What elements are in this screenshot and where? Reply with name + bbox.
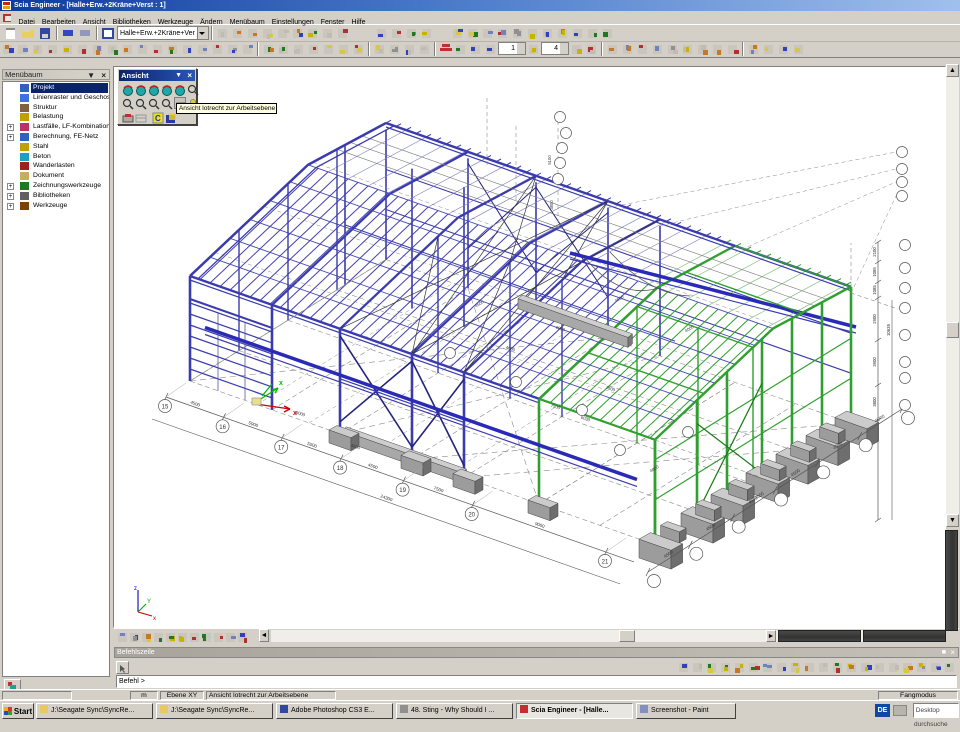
svg-text:4500: 4500 [474, 299, 485, 309]
svg-text:1085: 1085 [872, 285, 877, 295]
svg-text:Y: Y [147, 599, 151, 605]
svg-text:1085: 1085 [872, 267, 877, 277]
svg-text:15: 15 [162, 405, 169, 411]
svg-text:19: 19 [399, 488, 406, 494]
svg-text:5500: 5500 [307, 441, 319, 449]
svg-text:3800: 3800 [872, 397, 877, 407]
svg-text:z: z [134, 586, 137, 592]
svg-text:16: 16 [219, 425, 226, 431]
svg-text:7500: 7500 [433, 485, 445, 493]
svg-text:20: 20 [468, 513, 475, 519]
svg-text:3800: 3800 [549, 200, 554, 210]
svg-text:4500: 4500 [190, 400, 202, 408]
svg-text:9000: 9000 [534, 521, 546, 529]
svg-text:18: 18 [337, 466, 344, 472]
svg-text:3900: 3900 [872, 357, 877, 367]
svg-text:C: C [155, 114, 161, 123]
svg-text:10635: 10635 [886, 323, 891, 336]
svg-text:24300: 24300 [380, 494, 394, 503]
svg-text:7500: 7500 [605, 385, 616, 393]
svg-text:17: 17 [278, 445, 285, 451]
svg-text:5100: 5100 [547, 155, 552, 165]
svg-text:2900: 2900 [872, 314, 877, 324]
svg-text:2100: 2100 [872, 247, 877, 257]
svg-text:21: 21 [602, 559, 609, 565]
svg-text:4500: 4500 [367, 462, 379, 470]
svg-text:x: x [279, 380, 283, 387]
svg-text:x: x [293, 410, 297, 417]
svg-text:5000: 5000 [248, 420, 260, 428]
svg-text:x: x [153, 616, 156, 622]
